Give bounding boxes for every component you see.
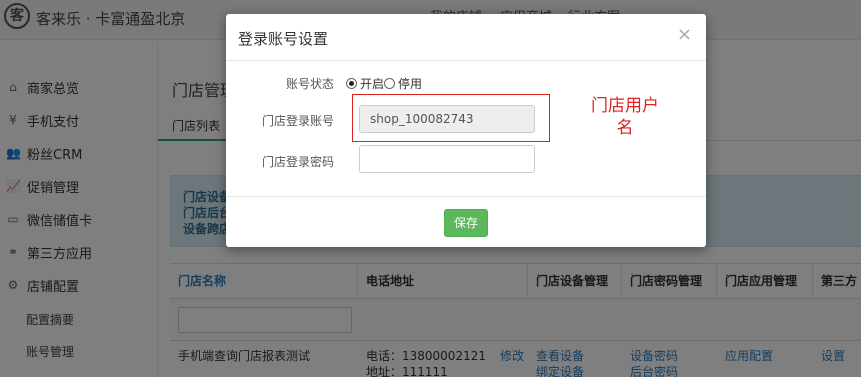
store-account-label: 门店登录账号	[261, 114, 334, 128]
close-icon[interactable]: ×	[677, 24, 692, 45]
store-password-label: 门店登录密码	[261, 155, 334, 169]
annotation-highlight-box	[352, 94, 550, 142]
store-password-input[interactable]	[359, 145, 535, 173]
modal-footer: 保存	[226, 196, 706, 247]
annotation-text: 门店用户名	[591, 96, 659, 138]
radio-label: 开启	[360, 77, 385, 91]
save-button[interactable]: 保存	[444, 209, 488, 237]
radio-label: 停用	[398, 77, 423, 91]
radio-checked-icon	[346, 78, 357, 89]
account-status-label: 账号状态	[285, 77, 334, 91]
radio-unchecked-icon	[384, 78, 395, 89]
modal-title: 登录账号设置	[238, 30, 329, 48]
status-enabled-radio[interactable]: 开启	[346, 75, 384, 92]
modal-header: 登录账号设置 ×	[226, 14, 706, 61]
status-disabled-radio[interactable]: 停用	[384, 75, 422, 92]
